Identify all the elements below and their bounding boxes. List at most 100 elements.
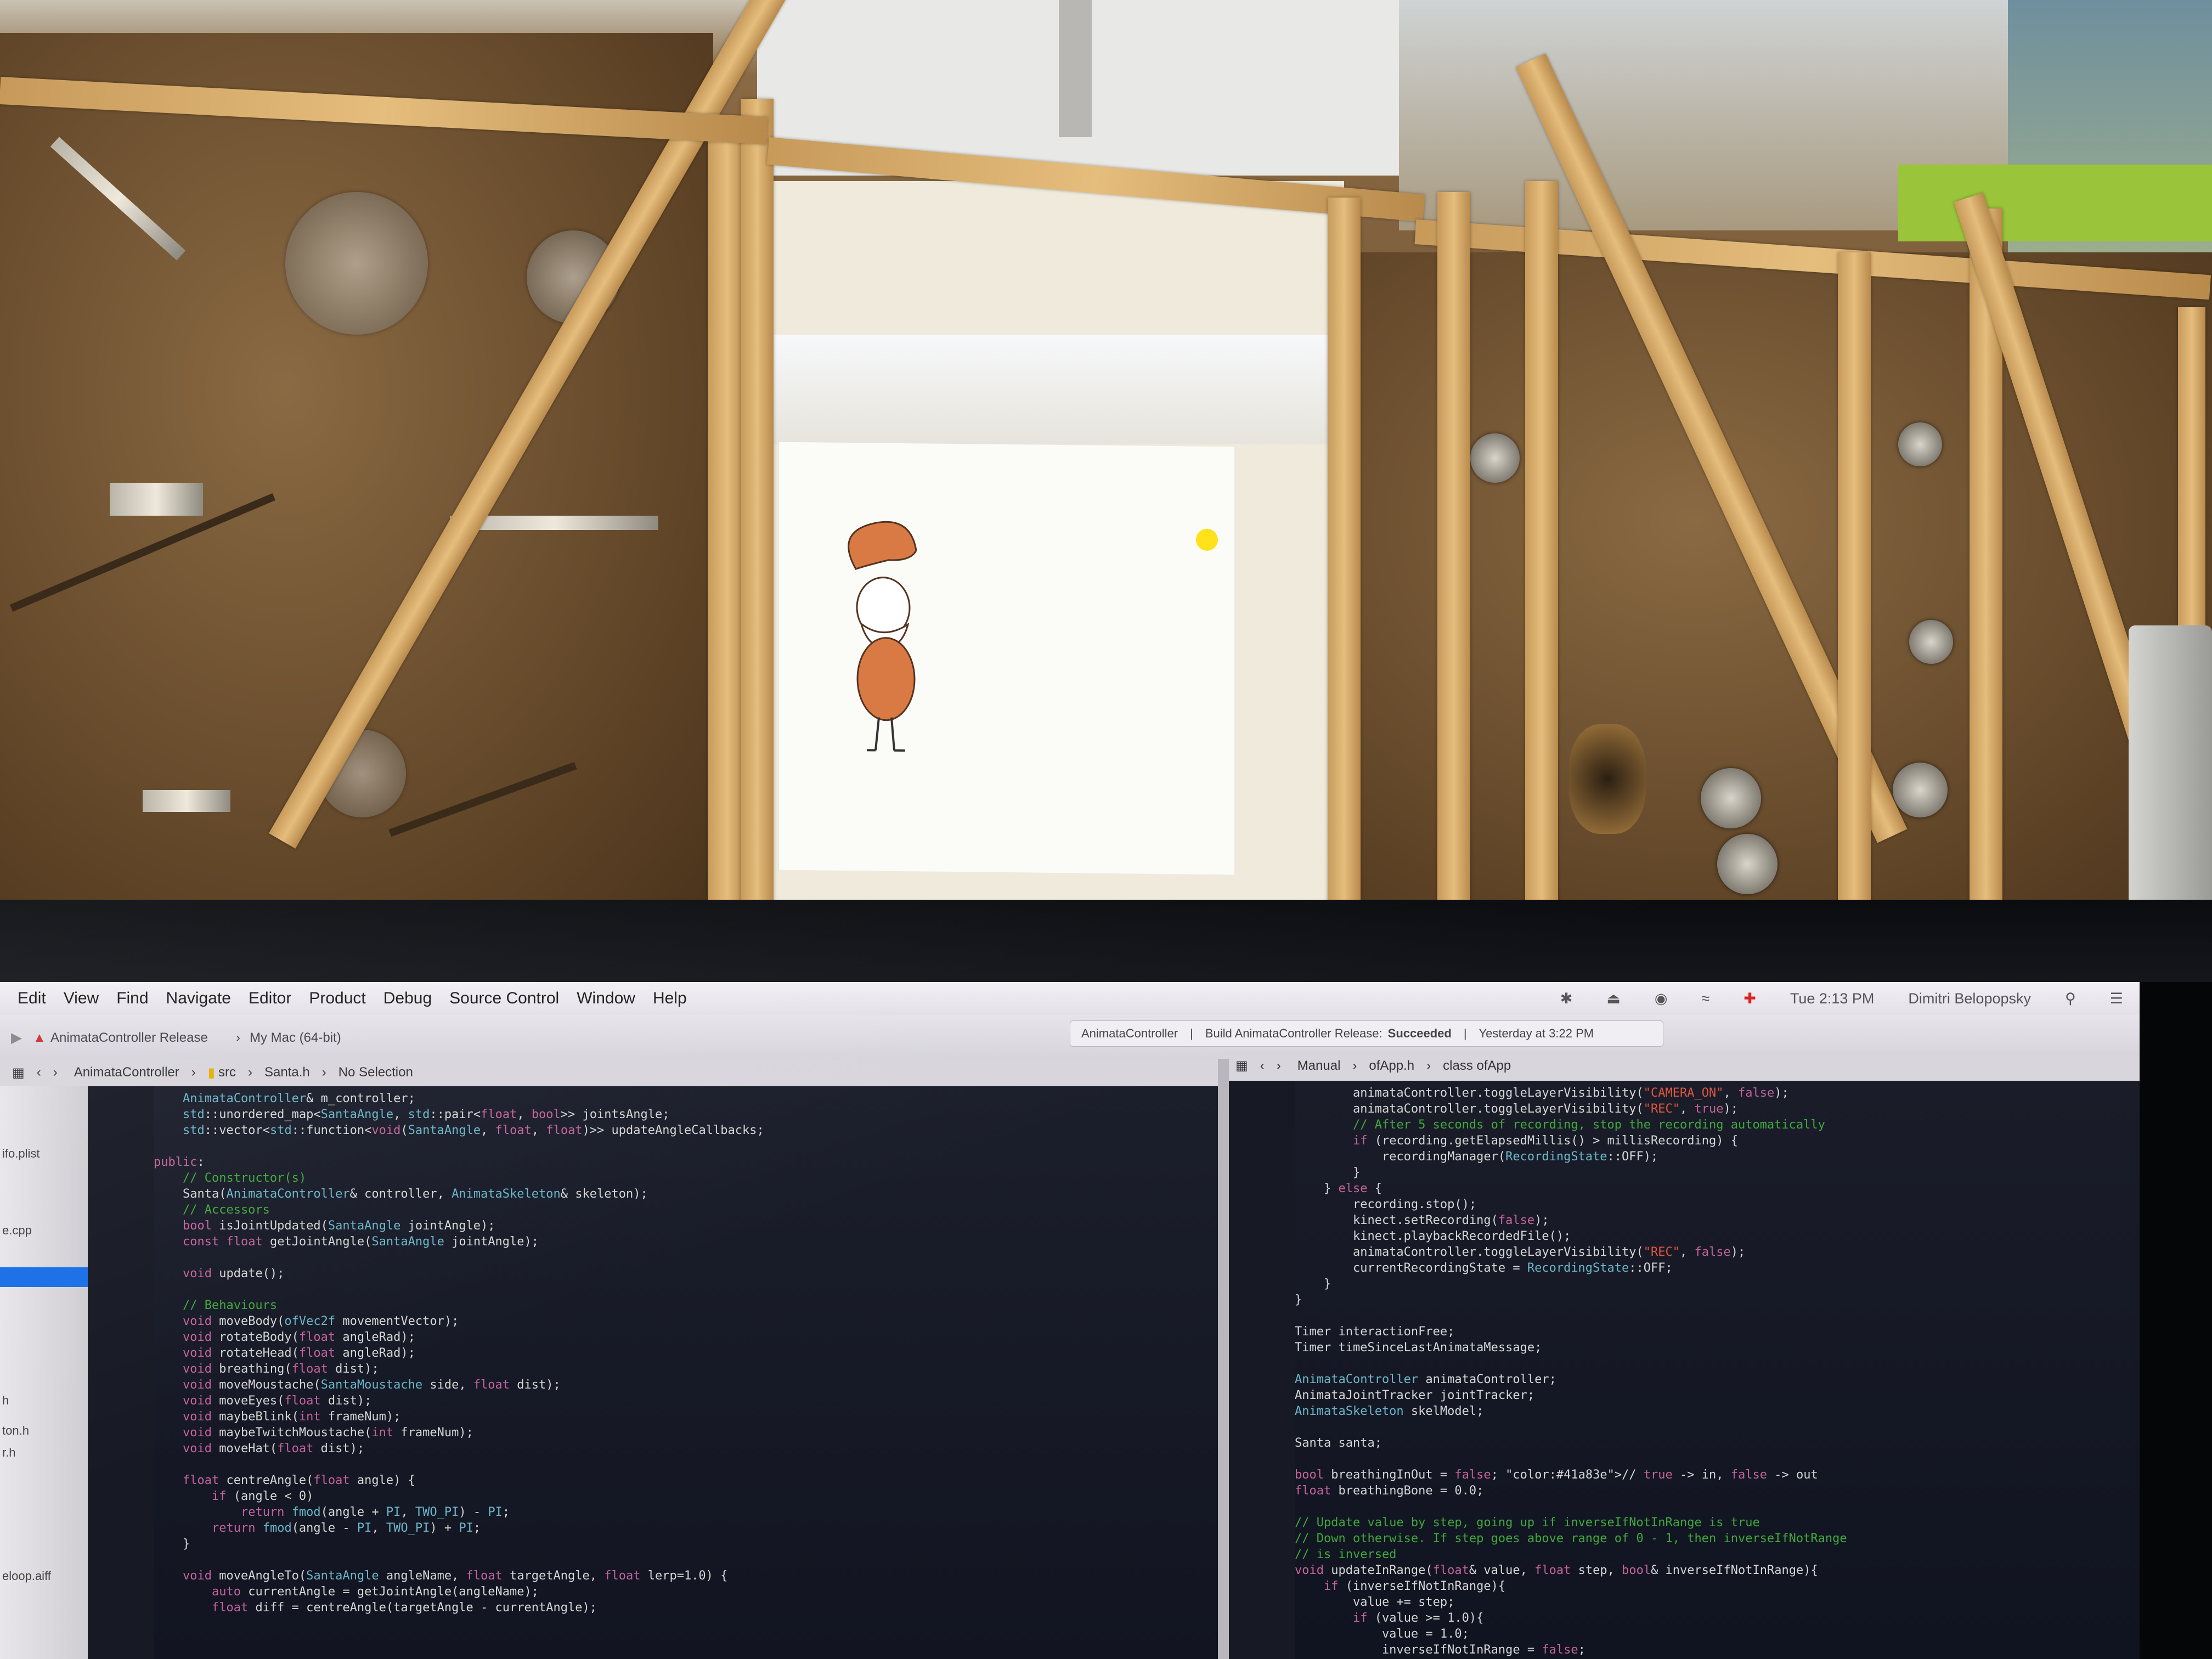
code-line[interactable]: value = 1.0; [1295,1626,1847,1642]
related-items-icon[interactable]: ▦ [12,1065,25,1081]
breadcrumb-folder[interactable]: src [218,1065,236,1080]
code-line[interactable]: void moveMoustache(SantaMoustache side, … [154,1377,764,1393]
breadcrumb-project[interactable]: AnimataController [74,1065,179,1080]
code-line[interactable]: } [1295,1276,1847,1292]
menu-editor[interactable]: Editor [249,989,291,1008]
code-line[interactable]: if (inverseIfNotInRange){ [1295,1578,1847,1594]
code-line[interactable]: std::vector<std::function<void(SantaAngl… [154,1122,764,1138]
code-line[interactable]: // Down otherwise. If step goes above ra… [1295,1531,1847,1547]
code-line[interactable]: std::unordered_map<SantaAngle, std::pair… [154,1107,764,1122]
forward-arrow-icon[interactable]: › [53,1065,58,1080]
code-line[interactable]: AnimataController& m_controller; [154,1091,764,1107]
menu-help[interactable]: Help [653,989,687,1008]
code-line[interactable]: } else { [1295,1181,1847,1197]
code-line[interactable]: AnimataJointTracker jointTracker; [1295,1387,1847,1403]
code-line[interactable]: float breathingBone = 0.0; [1295,1483,1847,1499]
code-line[interactable]: void moveHat(float dist); [154,1441,764,1457]
code-line[interactable]: recordingManager(RecordingState::OFF); [1295,1149,1847,1165]
menubar-user[interactable]: Dimitri Belopopsky [1908,990,2031,1007]
code-line[interactable]: AnimataSkeleton skelModel; [1295,1403,1847,1419]
spotlight-icon[interactable]: ⚲ [2065,990,2076,1007]
swiss-flag-icon[interactable]: ✚ [1743,990,1756,1007]
code-line[interactable]: animataController.toggleLayerVisibility(… [1295,1085,1847,1101]
code-line[interactable]: currentRecordingState = RecordingState::… [1295,1260,1847,1276]
code-line[interactable]: animataController.toggleLayerVisibility(… [1295,1244,1847,1260]
code-line[interactable] [1295,1419,1847,1435]
code-line[interactable]: public: [154,1154,764,1170]
navigator-item[interactable]: e.cpp [2,1223,32,1238]
code-line[interactable]: Santa(AnimataController& controller, Ani… [154,1186,764,1202]
code-line[interactable] [1295,1308,1847,1324]
code-line[interactable]: void maybeTwitchMoustache(int frameNum); [154,1425,764,1441]
menu-edit[interactable]: Edit [18,989,46,1008]
code-line[interactable]: kinect.setRecording(false); [1295,1212,1847,1228]
code-line[interactable]: Timer timeSinceLastAnimataMessage; [1295,1340,1847,1356]
code-line[interactable]: void breathing(float dist); [154,1361,764,1377]
code-line[interactable]: inverseIfNotInRange = false; [1295,1642,1847,1658]
related-items-icon[interactable]: ▦ [1235,1058,1248,1074]
code-line[interactable]: Santa santa; [1295,1435,1847,1451]
menu-product[interactable]: Product [309,989,365,1008]
notification-center-icon[interactable]: ☰ [2110,990,2123,1007]
code-line[interactable]: // Behaviours [154,1297,764,1313]
code-line[interactable]: // After 5 seconds of recording, stop th… [1295,1117,1847,1133]
menu-debug[interactable]: Debug [383,989,432,1008]
scheme-name[interactable]: AnimataController Release [50,1030,208,1046]
code-line[interactable]: } [1295,1165,1847,1181]
code-line[interactable] [1295,1499,1847,1515]
code-line[interactable]: if (recording.getElapsedMillis() > milli… [1295,1133,1847,1149]
back-arrow-icon[interactable]: ‹ [37,1065,41,1080]
code-line[interactable] [154,1250,764,1266]
menu-find[interactable]: Find [116,989,148,1008]
code-line[interactable]: void update(); [154,1266,764,1282]
code-line[interactable] [154,1457,764,1472]
code-line[interactable]: // Constructor(s) [154,1170,764,1186]
code-line[interactable] [1295,1356,1847,1372]
code-line[interactable]: // Update value by step, going up if inv… [1295,1515,1847,1531]
destination-name[interactable]: My Mac (64-bit) [250,1030,341,1046]
code-line[interactable]: return fmod(angle + PI, TWO_PI) - PI; [154,1504,764,1520]
run-icon[interactable]: ▶ [11,1029,22,1046]
code-line[interactable] [1295,1451,1847,1467]
breadcrumb-selection[interactable]: No Selection [338,1065,413,1080]
code-line[interactable]: void rotateHead(float angleRad); [154,1345,764,1361]
code-line[interactable]: void rotateBody(float angleRad); [154,1329,764,1345]
menu-window[interactable]: Window [577,989,635,1008]
navigator-item[interactable]: r.h [2,1446,15,1460]
code-line[interactable] [154,1552,764,1568]
code-line[interactable]: return fmod(angle - PI, TWO_PI) + PI; [154,1520,764,1536]
breadcrumb-symbol[interactable]: class ofApp [1443,1058,1511,1074]
binoculars-icon[interactable]: ◉ [1655,990,1668,1007]
code-line[interactable]: bool isJointUpdated(SantaAngle jointAngl… [154,1218,764,1234]
breadcrumb-file[interactable]: Santa.h [264,1065,310,1080]
code-line[interactable] [154,1138,764,1154]
navigator-item[interactable]: ton.h [2,1424,29,1438]
code-line[interactable]: void updateInRange(float& value, float s… [1295,1562,1847,1578]
code-line[interactable]: const float getJointAngle(SantaAngle joi… [154,1234,764,1250]
navigator-item[interactable]: h [2,1393,9,1408]
source-code[interactable]: AnimataController& m_controller; std::un… [154,1091,764,1616]
code-line[interactable]: float centreAngle(float angle) { [154,1472,764,1488]
code-line[interactable]: Timer interactionFree; [1295,1324,1847,1340]
bluetooth-icon[interactable]: ✱ [1560,990,1573,1007]
breadcrumb-file[interactable]: ofApp.h [1369,1058,1414,1074]
code-line[interactable]: // is inversed [1295,1547,1847,1562]
code-line[interactable]: void moveBody(ofVec2f movementVector); [154,1313,764,1329]
editor-split-divider[interactable] [1218,1059,1229,1659]
forward-arrow-icon[interactable]: › [1277,1058,1281,1074]
back-arrow-icon[interactable]: ‹ [1260,1058,1265,1074]
code-line[interactable]: } [1295,1292,1847,1308]
code-line[interactable]: AnimataController animataController; [1295,1372,1847,1387]
source-code[interactable]: animataController.toggleLayerVisibility(… [1295,1085,1847,1658]
code-line[interactable]: value += step; [1295,1594,1847,1610]
navigator-selected-row[interactable] [0,1267,88,1287]
eject-icon[interactable]: ⏏ [1606,990,1621,1007]
menu-navigate[interactable]: Navigate [166,989,231,1008]
code-line[interactable]: if (value >= 1.0){ [1295,1610,1847,1626]
code-editor-right[interactable]: animataController.toggleLayerVisibility(… [1229,1081,2140,1659]
breadcrumb-mode[interactable]: Manual [1297,1058,1341,1074]
code-line[interactable]: void moveEyes(float dist); [154,1393,764,1409]
code-line[interactable]: bool breathingInOut = false; "color:#41a… [1295,1467,1847,1483]
code-line[interactable]: recording.stop(); [1295,1197,1847,1212]
menu-view[interactable]: View [64,989,99,1008]
